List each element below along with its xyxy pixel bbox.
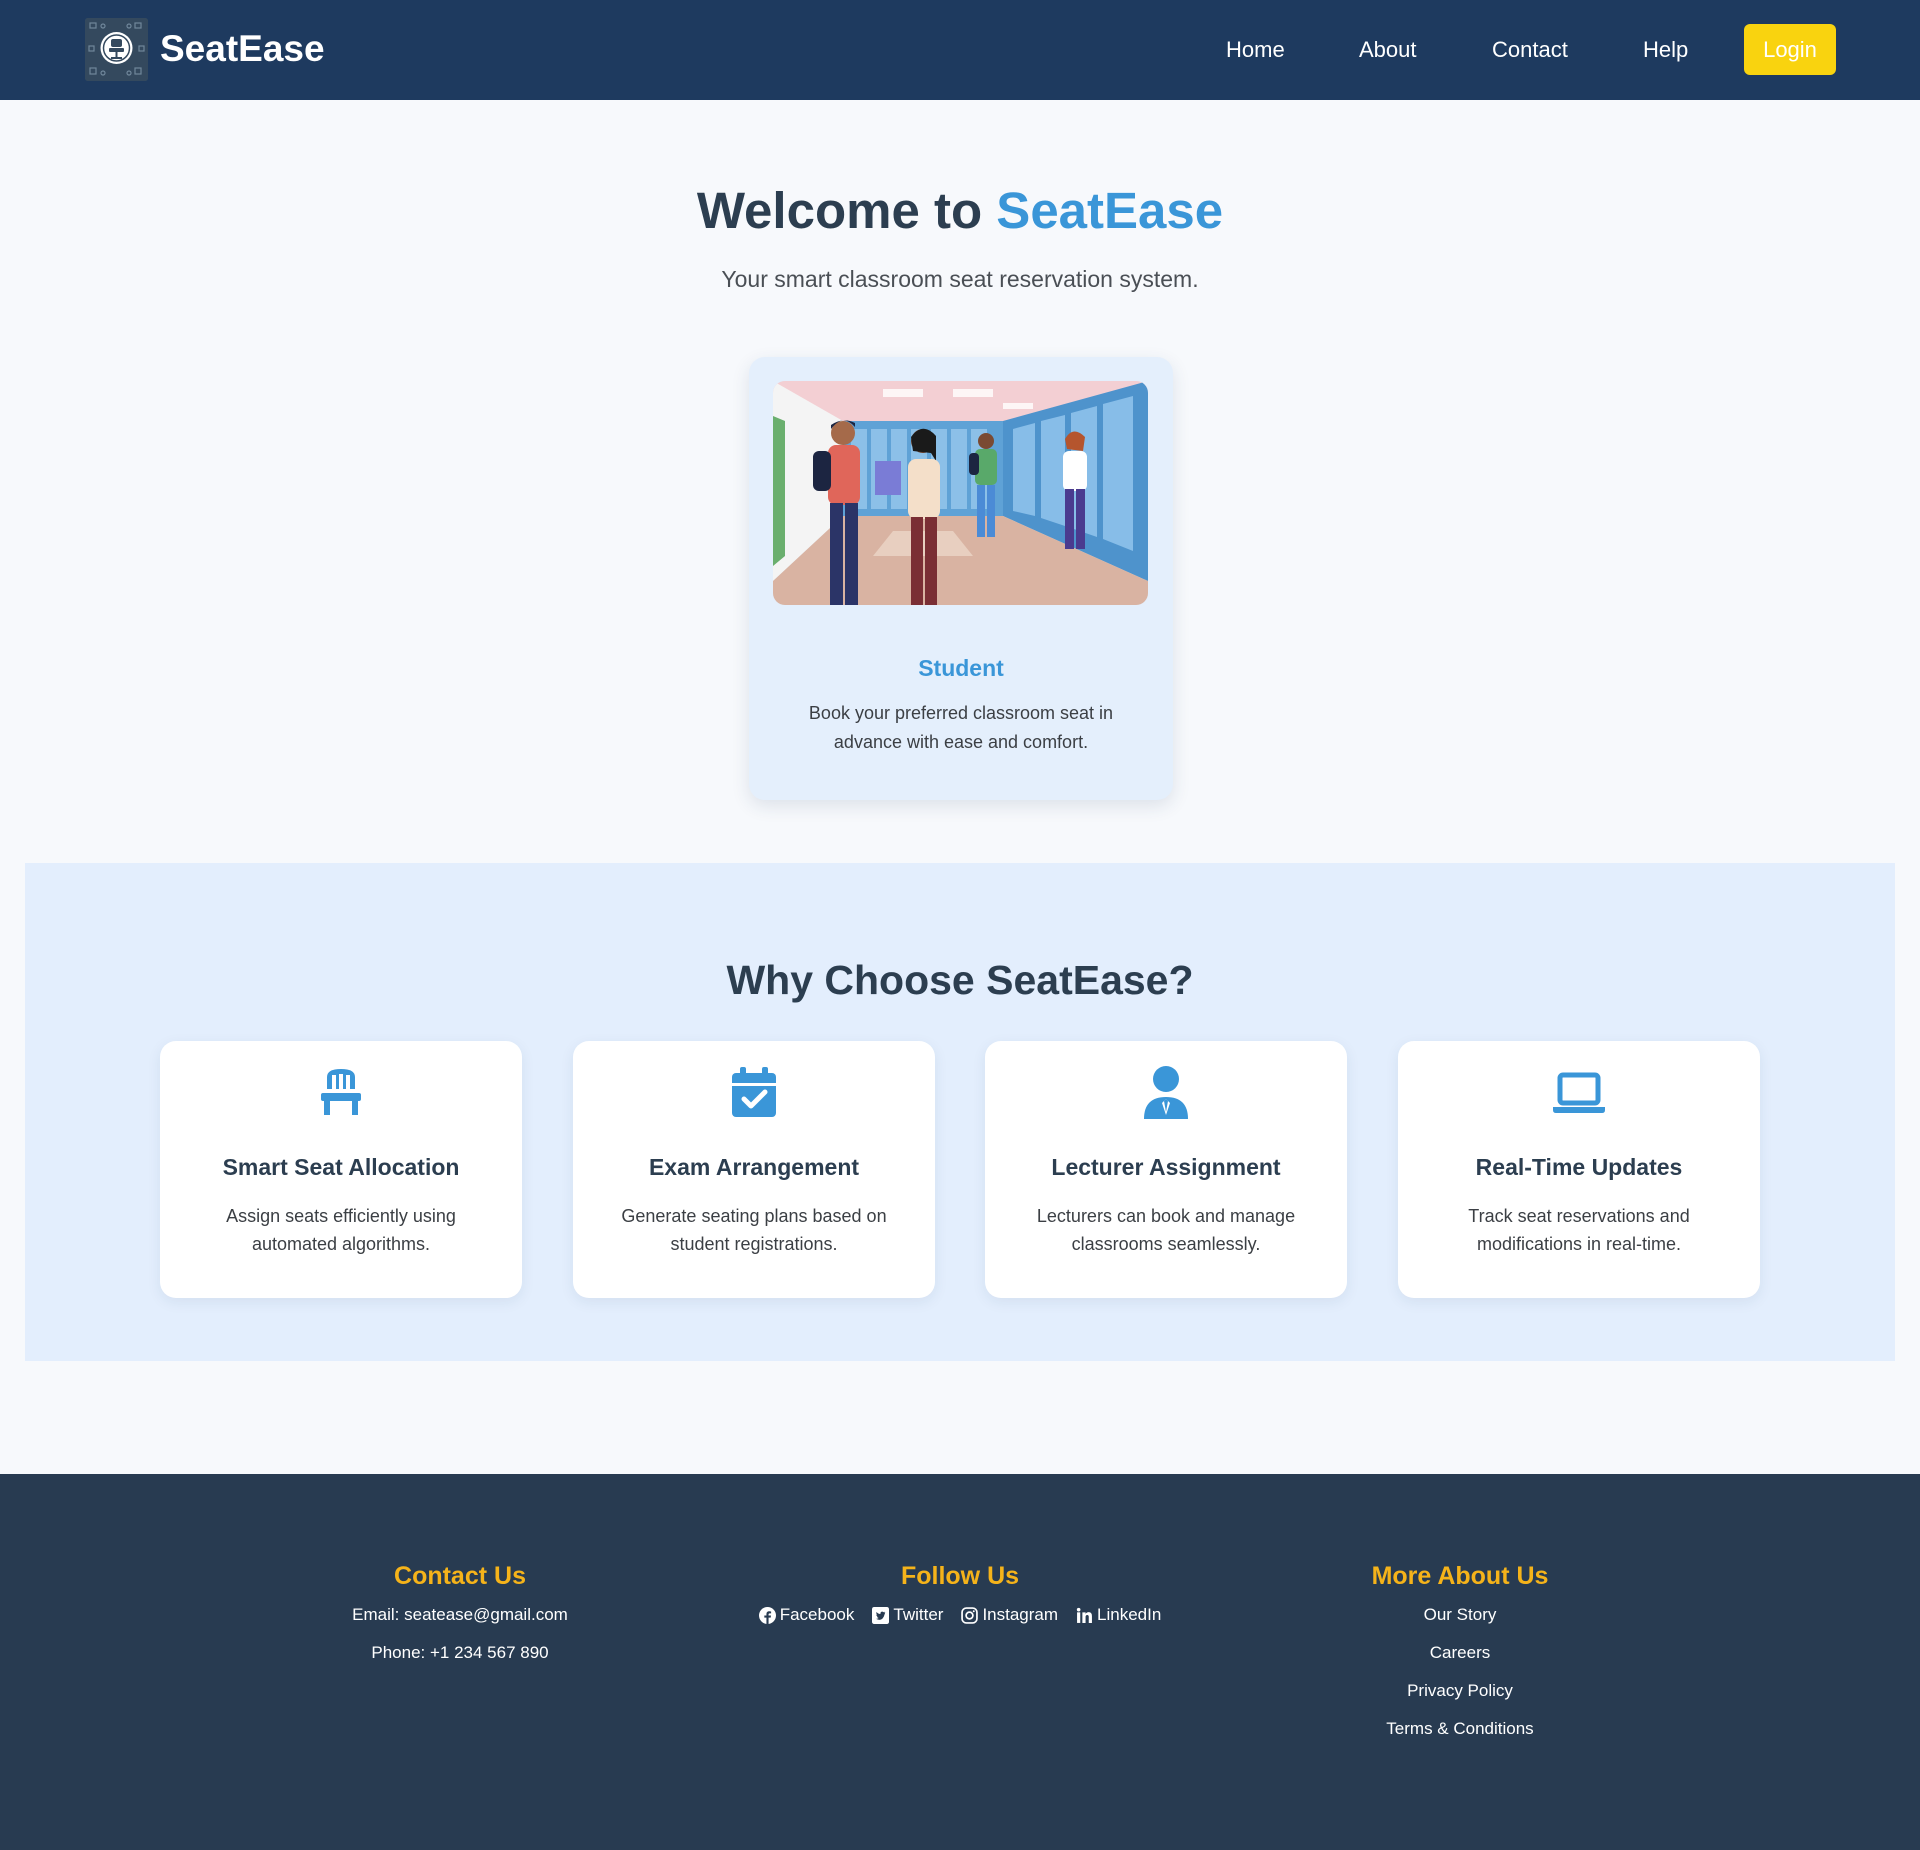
navbar: SeatEase Home About Contact Help Login	[0, 0, 1920, 100]
social-instagram-link[interactable]: Instagram	[961, 1604, 1058, 1626]
calendar-check-icon	[726, 1065, 782, 1121]
laptop-icon	[1551, 1065, 1607, 1121]
social-links: Facebook Twitter Instagram LinkedIn	[758, 1604, 1161, 1626]
footer-link-privacy-policy[interactable]: Privacy Policy	[1260, 1680, 1660, 1702]
twitter-icon	[872, 1606, 890, 1624]
features-title: Why Choose SeatEase?	[726, 957, 1194, 1003]
footer-follow-title: Follow Us	[900, 1562, 1020, 1590]
student-role-description: Book your preferred classroom seat in ad…	[808, 703, 1114, 752]
social-facebook-label: Facebook	[779, 1605, 855, 1624]
feature-card-lecturer: Lecturer Assignment Lecturers can book a…	[985, 1041, 1347, 1298]
footer-link-careers[interactable]: Careers	[1260, 1642, 1660, 1664]
instagram-icon	[961, 1606, 979, 1624]
nav-home[interactable]: Home	[1226, 36, 1285, 64]
feature-description: Lecturers can book and manage classrooms…	[1036, 1206, 1296, 1254]
hero-subtitle: Your smart classroom seat reservation sy…	[721, 266, 1199, 292]
brand-name[interactable]: SeatEase	[160, 26, 325, 72]
social-instagram-label: Instagram	[982, 1605, 1059, 1624]
social-facebook-link[interactable]: Facebook	[758, 1604, 855, 1626]
hero-title: Welcome to SeatEase	[0, 180, 1920, 242]
facebook-icon	[758, 1606, 776, 1624]
login-button[interactable]: Login	[1744, 24, 1836, 75]
footer-link-terms[interactable]: Terms & Conditions	[1260, 1718, 1660, 1740]
social-twitter-link[interactable]: Twitter	[872, 1604, 943, 1626]
feature-description: Track seat reservations and modification…	[1468, 1206, 1690, 1254]
feature-card-smart-seat: Smart Seat Allocation Assign seats effic…	[160, 1041, 522, 1298]
social-linkedin-label: LinkedIn	[1097, 1605, 1162, 1624]
footer-contact: Contact Us Email: seatease@gmail.com Pho…	[260, 1560, 660, 1680]
feature-title: Lecturer Assignment	[1051, 1154, 1281, 1180]
hero-title-prefix: Welcome to	[696, 182, 997, 239]
footer-follow: Follow Us Facebook Twitter Instagram Lin…	[758, 1560, 1161, 1626]
nav-about[interactable]: About	[1359, 36, 1417, 64]
footer: Contact Us Email: seatease@gmail.com Pho…	[0, 1474, 1920, 1850]
linkedin-icon	[1076, 1607, 1092, 1623]
hero-title-accent: SeatEase	[996, 182, 1224, 239]
footer-link-our-story[interactable]: Our Story	[1260, 1604, 1660, 1626]
social-linkedin-link[interactable]: LinkedIn	[1076, 1604, 1161, 1626]
social-twitter-label: Twitter	[893, 1605, 944, 1624]
feature-description: Assign seats efficiently using automated…	[226, 1206, 456, 1254]
student-role-title[interactable]: Student	[749, 653, 1173, 683]
feature-card-exam: Exam Arrangement Generate seating plans …	[573, 1041, 935, 1298]
feature-title: Real-Time Updates	[1475, 1154, 1683, 1180]
student-illustration	[773, 381, 1148, 605]
chair-icon	[313, 1065, 369, 1121]
footer-more-title: More About Us	[1371, 1562, 1549, 1590]
nav-contact[interactable]: Contact	[1492, 36, 1568, 64]
footer-contact-title: Contact Us	[394, 1562, 526, 1590]
feature-title: Exam Arrangement	[648, 1154, 860, 1180]
student-role-card[interactable]: Student Book your preferred classroom se…	[749, 357, 1173, 800]
footer-more: More About Us Our Story Careers Privacy …	[1260, 1560, 1660, 1756]
user-tie-icon	[1138, 1065, 1194, 1121]
feature-title: Smart Seat Allocation	[222, 1154, 460, 1180]
footer-email: Email: seatease@gmail.com	[352, 1605, 568, 1624]
feature-card-realtime: Real-Time Updates Track seat reservation…	[1398, 1041, 1760, 1298]
features-section: Why Choose SeatEase? Smart Seat Allocati…	[25, 863, 1895, 1361]
footer-phone: Phone: +1 234 567 890	[371, 1643, 549, 1662]
feature-description: Generate seating plans based on student …	[621, 1206, 887, 1254]
seat-logo-icon[interactable]	[85, 18, 148, 81]
nav-help[interactable]: Help	[1643, 36, 1688, 64]
